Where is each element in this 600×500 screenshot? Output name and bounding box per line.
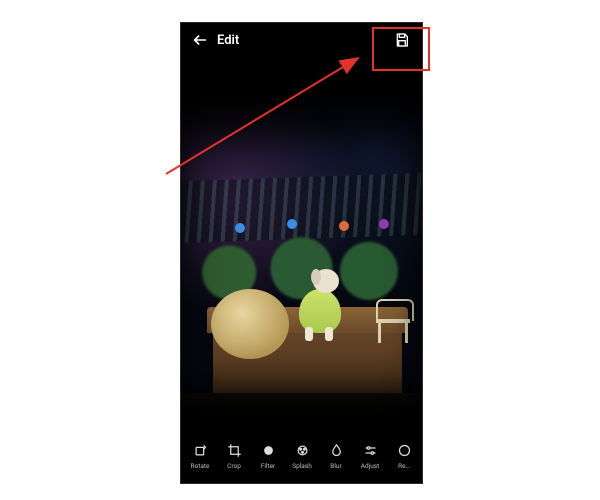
save-icon [394,32,410,48]
save-button[interactable] [392,30,412,50]
tool-splash[interactable]: Splash [285,443,319,470]
tool-label: Filter [261,462,276,470]
editor-toolbar: Rotate Crop Filter Splash Blur Adjust [181,429,422,483]
tool-label: Rotate [191,462,210,470]
tool-crop[interactable]: Crop [217,443,251,470]
filter-icon [260,443,276,459]
phone-frame: Edit [180,22,423,484]
tool-filter[interactable]: Filter [251,443,285,470]
arrow-left-icon [192,32,208,48]
photo-vignette [181,93,422,429]
crop-icon [226,443,242,459]
tool-more[interactable]: Re… [387,443,421,470]
rotate-icon [192,443,208,459]
stage: Edit [0,0,600,500]
tool-blur[interactable]: Blur [319,443,353,470]
tool-label: Blur [330,462,341,470]
more-icon [396,443,412,459]
page-title: Edit [217,33,384,48]
tool-label: Crop [227,462,241,470]
image-canvas[interactable] [181,93,422,429]
tool-label: Re… [398,462,410,470]
blur-icon [328,443,344,459]
editor-topbar: Edit [181,23,422,57]
tool-adjust[interactable]: Adjust [353,443,387,470]
tool-rotate[interactable]: Rotate [183,443,217,470]
tool-label: Splash [292,462,312,470]
back-button[interactable] [191,31,209,49]
tool-label: Adjust [361,462,380,470]
splash-icon [294,443,310,459]
adjust-icon [362,443,378,459]
